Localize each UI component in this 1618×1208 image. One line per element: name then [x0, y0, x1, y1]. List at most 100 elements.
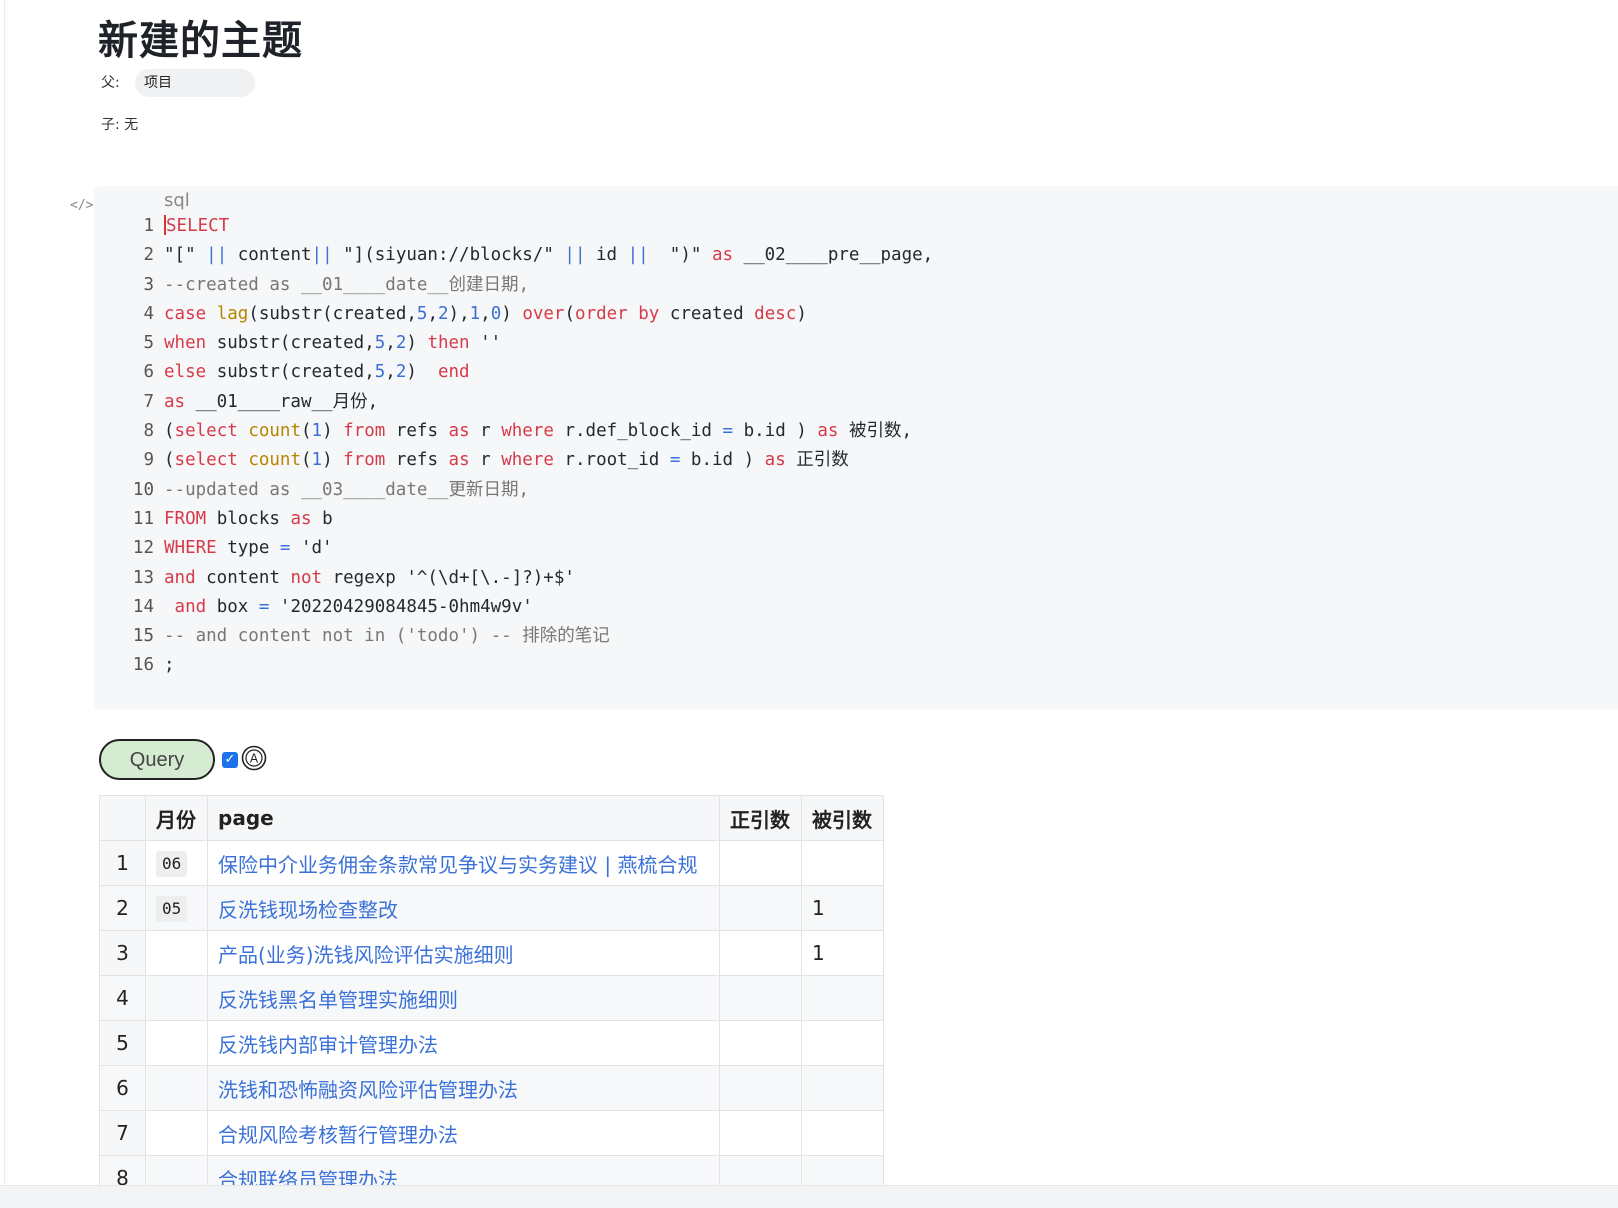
code-token: b [311, 508, 333, 529]
code-token: 1 [311, 421, 323, 442]
code-token: lag [216, 303, 249, 324]
line-number: 4 [143, 303, 154, 324]
code-token: || [311, 245, 333, 266]
code-token: = [722, 421, 734, 442]
code-line[interactable]: 2 "[" || content|| "](siyuan://blocks/" |… [120, 241, 933, 270]
code-token: select [174, 421, 238, 442]
code-token: refs [385, 450, 449, 471]
table-row: 5 反洗钱内部审计管理办法 [99, 1020, 884, 1066]
code-line[interactable]: 12 WHERE type = 'd' [120, 534, 933, 563]
line-number: 3 [143, 274, 154, 295]
back-refs-cell [801, 1110, 884, 1156]
auto-mode-icon[interactable]: A [241, 745, 267, 771]
code-line[interactable]: 9 (select count(1) from refs as r where r… [120, 446, 933, 475]
child-row: 子: 无 [101, 114, 138, 134]
row-index: 6 [99, 1065, 146, 1111]
page-cell: 反洗钱内部审计管理办法 [207, 1020, 720, 1066]
page-link[interactable]: 洗钱和恐怖融资风险评估管理办法 [218, 1078, 518, 1102]
line-number: 10 [132, 479, 154, 500]
line-number: 11 [132, 508, 154, 529]
code-token: , [385, 333, 396, 354]
code-token: created [659, 303, 755, 324]
query-button[interactable]: Query [99, 739, 215, 780]
code-token: ( [301, 450, 312, 471]
page-link[interactable]: 保险中介业务佣金条款常见争议与实务建议 | 燕梳合规 [218, 853, 697, 877]
forward-refs-cell [719, 930, 802, 976]
code-token: and [174, 596, 207, 617]
code-token: ")" [648, 245, 712, 266]
code-token: desc [754, 303, 797, 324]
code-token: where [501, 421, 554, 442]
code-line[interactable]: 11 FROM blocks as b [120, 505, 933, 534]
code-token: || [627, 245, 649, 266]
row-index: 4 [99, 975, 146, 1021]
row-index: 5 [99, 1020, 146, 1066]
code-line[interactable]: 13 and content not regexp '^(\d+[\.-]?)+$… [120, 564, 933, 593]
line-number: 6 [143, 362, 154, 383]
code-line[interactable]: 16; [120, 651, 933, 680]
auto-run-checkbox[interactable]: ✓ [222, 752, 238, 768]
line-number: 5 [143, 333, 154, 354]
code-line[interactable]: 14 and box = '20220429084845-0hm4w9v' [120, 593, 933, 622]
month-cell [145, 1020, 208, 1066]
code-token: else [164, 362, 207, 383]
code-line[interactable]: 15 -- and content not in ('todo') -- 排除的笔… [120, 622, 933, 651]
back-refs-cell: 1 [801, 930, 884, 976]
page-link[interactable]: 产品(业务)洗钱风险评估实施细则 [218, 943, 514, 967]
code-token: regexp '^(\d+[\.-]?)+$' [322, 567, 575, 588]
page-link[interactable]: 反洗钱黑名单管理实施细则 [218, 988, 458, 1012]
code-line[interactable]: 1 SELECT [120, 212, 933, 241]
code-token: 2 [437, 303, 449, 324]
code-token: -- and content not in ('todo') -- 排除的笔记 [164, 626, 610, 647]
code-token: --updated as __03____date__更新日期, [164, 479, 530, 500]
editor-gutter-rule [4, 0, 5, 1185]
code-token: substr(created, [206, 362, 375, 383]
back-refs-cell: 1 [801, 885, 884, 931]
code-token: 被引数, [838, 421, 912, 442]
page-title: 新建的主题 [98, 18, 303, 64]
code-token: r.def_block_id [553, 421, 723, 442]
page-link[interactable]: 反洗钱现场检查整改 [218, 898, 398, 922]
code-token: end [437, 362, 470, 383]
code-token: = [258, 596, 270, 617]
code-line[interactable]: 3 --created as __01____date__创建日期, [120, 271, 933, 300]
code-token: || [206, 245, 228, 266]
code-token: count [248, 421, 301, 442]
code-line[interactable]: 4 case lag(substr(created,5,2),1,0) over(… [120, 300, 933, 329]
page-link[interactable]: 合规风险考核暂行管理办法 [218, 1123, 458, 1147]
header-month: 月份 [145, 795, 208, 841]
code-token: (substr(created, [248, 303, 417, 324]
code-token: 0 [490, 303, 502, 324]
code-language-label[interactable]: sql [164, 190, 190, 211]
code-line[interactable]: 7 as __01____raw__月份, [120, 388, 933, 417]
parent-link[interactable]: 项目 [135, 69, 255, 97]
code-token: content [227, 245, 312, 266]
code-line[interactable]: 6 else substr(created,5,2) end [120, 358, 933, 387]
code-line[interactable]: 8 (select count(1) from refs as r where r… [120, 417, 933, 446]
row-index: 1 [99, 840, 146, 886]
code-token: from [343, 421, 386, 442]
page-link[interactable]: 反洗钱内部审计管理办法 [218, 1033, 438, 1057]
code-token: ) [796, 303, 807, 324]
code-token: blocks [206, 508, 291, 529]
code-token: --created as __01____date__创建日期, [164, 274, 530, 295]
code-token: r [469, 421, 502, 442]
forward-refs-cell [719, 1065, 802, 1111]
code-token: ; [164, 655, 175, 676]
code-line[interactable]: 10 --updated as __03____date__更新日期, [120, 476, 933, 505]
code-token: ) [322, 450, 344, 471]
page-cell: 洗钱和恐怖融资风险评估管理办法 [207, 1065, 720, 1111]
page-cell: 合规风险考核暂行管理办法 [207, 1110, 720, 1156]
child-label: 子: [101, 117, 120, 133]
code-token: ), [448, 303, 470, 324]
code-token: 正引数 [785, 450, 849, 471]
month-cell [145, 1065, 208, 1111]
code-token: as [817, 421, 839, 442]
table-row: 3 产品(业务)洗钱风险评估实施细则 1 [99, 930, 884, 976]
code-token: id [585, 245, 628, 266]
code-line[interactable]: 5 when substr(created,5,2) then '' [120, 329, 933, 358]
sql-code-editor[interactable]: 1 SELECT 2 "[" || content|| "](siyuan://blo… [120, 212, 933, 681]
code-token: as [711, 245, 734, 266]
code-embed-icon[interactable]: </> [70, 198, 93, 213]
